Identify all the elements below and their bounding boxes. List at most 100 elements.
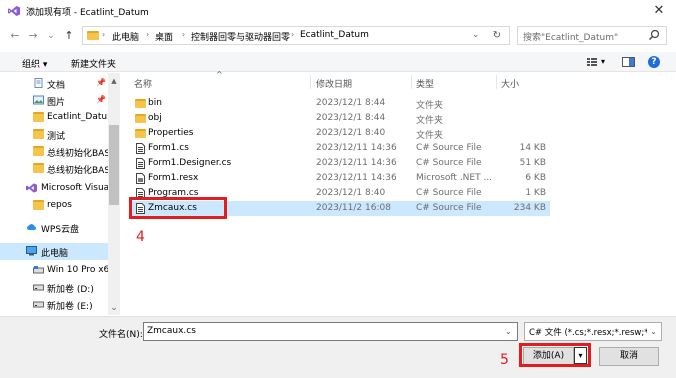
sidebar-item-label: 此电脑: [41, 249, 69, 259]
filename-dropdown-icon[interactable]: ⌄: [505, 327, 512, 336]
file-size: 51 KB: [519, 158, 546, 168]
sidebar-item-pictures[interactable]: 图片 📌: [0, 92, 108, 109]
breadcrumb-separator: ›: [291, 30, 295, 39]
file-name: bin: [148, 98, 162, 108]
sidebar-item-repos[interactable]: repos: [0, 197, 108, 214]
file-row[interactable]: Properties 2023/12/1 8:40 文件夹: [130, 126, 550, 141]
file-row[interactable]: obj 2023/12/1 8:44 文件夹: [130, 111, 550, 126]
sidebar-item-documents[interactable]: 文档 📌: [0, 75, 108, 92]
filetype-dropdown-icon[interactable]: ⌄: [650, 327, 657, 336]
folder-icon: [33, 200, 44, 210]
back-arrow-icon[interactable]: ←: [8, 29, 22, 43]
address-dropdown-icon[interactable]: ⌄: [472, 30, 480, 40]
recent-locations-icon[interactable]: ⌄: [44, 29, 58, 43]
file-name: Form1.resx: [148, 173, 199, 183]
breadcrumb-this-pc[interactable]: 此电脑: [112, 30, 139, 43]
column-header-date[interactable]: 修改日期: [316, 77, 352, 90]
file-date: 2023/12/1 8:44: [316, 98, 386, 108]
sidebar-item-label: 测试: [47, 132, 66, 142]
file-type: 文件夹: [416, 131, 444, 141]
breadcrumb-separator: ›: [146, 30, 150, 39]
file-size: 6 KB: [525, 173, 546, 183]
file-row[interactable]: Form1.resx 2023/12/11 14:36 Microsoft .NET…: [130, 171, 550, 186]
computer-icon: [26, 246, 37, 256]
file-row[interactable]: Form1.cs 2023/12/11 14:36 C# Source File 14…: [130, 141, 550, 156]
refresh-icon[interactable]: ↻: [490, 30, 504, 42]
breadcrumb-desktop[interactable]: 桌面: [155, 30, 173, 43]
sidebar-item-ecatlint[interactable]: Ecatlint_Datum: [0, 109, 108, 126]
filename-field[interactable]: [143, 322, 518, 341]
file-size: 234 KB: [513, 203, 546, 213]
sort-ascending-icon: ^: [216, 70, 223, 79]
cancel-button[interactable]: 取消: [599, 347, 659, 366]
sidebar-item-this-pc[interactable]: 此电脑: [0, 243, 108, 260]
sidebar-item-bus-init-2[interactable]: 总线初始化BASI: [0, 160, 108, 177]
column-divider[interactable]: [411, 75, 412, 89]
new-folder-button[interactable]: 新建文件夹: [71, 57, 116, 70]
organize-button[interactable]: 组织 ▾: [22, 57, 47, 70]
documents-icon: [34, 78, 43, 88]
csharp-file-icon: [136, 158, 145, 169]
folder-icon: [33, 146, 44, 156]
file-date: 2023/12/1 8:44: [316, 113, 386, 123]
forward-arrow-icon[interactable]: →: [26, 29, 40, 43]
scrollbar-thumb[interactable]: [109, 125, 119, 205]
help-icon[interactable]: ?: [648, 56, 660, 68]
folder-icon: [135, 129, 146, 138]
view-dropdown-icon[interactable]: ▾: [601, 57, 605, 66]
window-title: 添加现有项 - Ecatlint_Datum: [26, 8, 149, 18]
sidebar-item-system-drive[interactable]: Win 10 Pro x64: [0, 262, 108, 279]
search-icon[interactable]: [648, 29, 660, 41]
column-divider[interactable]: [496, 75, 497, 89]
file-date: 2023/12/1 8:40: [316, 188, 386, 198]
file-size: 1 KB: [525, 188, 546, 198]
column-header-type[interactable]: 类型: [416, 77, 434, 90]
visual-studio-icon: [8, 6, 20, 16]
navigation-pane: 文档 📌 图片 📌 Ecatlint_Datum 测试 总线初始化BASI 总线…: [0, 73, 120, 315]
column-header-size[interactable]: 大小: [501, 77, 519, 90]
view-options-icon[interactable]: [586, 56, 598, 68]
folder-icon: [87, 31, 99, 40]
column-divider[interactable]: [310, 75, 311, 89]
filename-label: 文件名(N):: [99, 330, 143, 340]
preview-pane-icon[interactable]: [622, 56, 635, 68]
filetype-value[interactable]: C# 文件 (*.cs;*.resx;*.resw;*.s: [529, 326, 647, 338]
sidebar-item-label: 图片: [47, 98, 66, 108]
folder-icon: [33, 129, 44, 139]
file-name: Form1.cs: [148, 143, 189, 153]
drive-icon: [33, 266, 44, 274]
sidebar-item-test[interactable]: 测试: [0, 126, 108, 143]
sidebar-item-bus-init-1[interactable]: 总线初始化BASI: [0, 143, 108, 160]
close-icon[interactable]: ✕: [650, 3, 668, 19]
sidebar-item-drive-d[interactable]: 新加卷 (D:): [0, 279, 108, 296]
column-header-name[interactable]: 名称: [134, 77, 152, 90]
file-type: C# Source File: [416, 188, 482, 198]
file-name: obj: [148, 113, 162, 123]
scroll-up-icon[interactable]: ▲: [109, 76, 119, 86]
drive-icon: [33, 301, 44, 308]
up-arrow-icon[interactable]: ↑: [62, 29, 76, 43]
file-name: Form1.Designer.cs: [148, 158, 232, 168]
sidebar-item-label: 总线初始化BASI: [47, 149, 108, 159]
scroll-down-icon[interactable]: ⌄: [109, 303, 119, 313]
highlight-selected-file: [129, 197, 227, 219]
folder-icon: [135, 114, 146, 123]
sidebar-item-drive-e[interactable]: 新加卷 (E:): [0, 296, 108, 313]
drive-icon: [33, 284, 44, 291]
sidebar-item-wps-cloud[interactable]: WPS云盘: [0, 219, 108, 236]
breadcrumb-current-folder[interactable]: Ecatlint_Datum: [300, 30, 369, 40]
file-row[interactable]: bin 2023/12/1 8:44 文件夹: [130, 96, 550, 111]
sidebar-item-visual-studio[interactable]: Microsoft Visual: [0, 180, 108, 197]
file-type: C# Source File: [416, 203, 482, 213]
filename-value[interactable]: Zmcaux.cs: [147, 326, 196, 336]
file-type: C# Source File: [416, 143, 482, 153]
sidebar-item-label: 文档: [47, 81, 66, 91]
file-type: 文件夹: [416, 116, 444, 126]
sidebar-item-label: Win 10 Pro x64: [47, 265, 108, 275]
search-input[interactable]: 搜索"Ecatlint_Datum": [523, 30, 618, 43]
folder-icon: [33, 112, 44, 122]
file-date: 2023/12/11 14:36: [316, 158, 397, 168]
file-row[interactable]: Form1.Designer.cs 2023/12/11 14:36 C# Sour…: [130, 156, 550, 171]
file-date: 2023/12/11 14:36: [316, 173, 397, 183]
breadcrumb-homing-folder[interactable]: 控制器回零与驱动器回零: [191, 30, 290, 43]
